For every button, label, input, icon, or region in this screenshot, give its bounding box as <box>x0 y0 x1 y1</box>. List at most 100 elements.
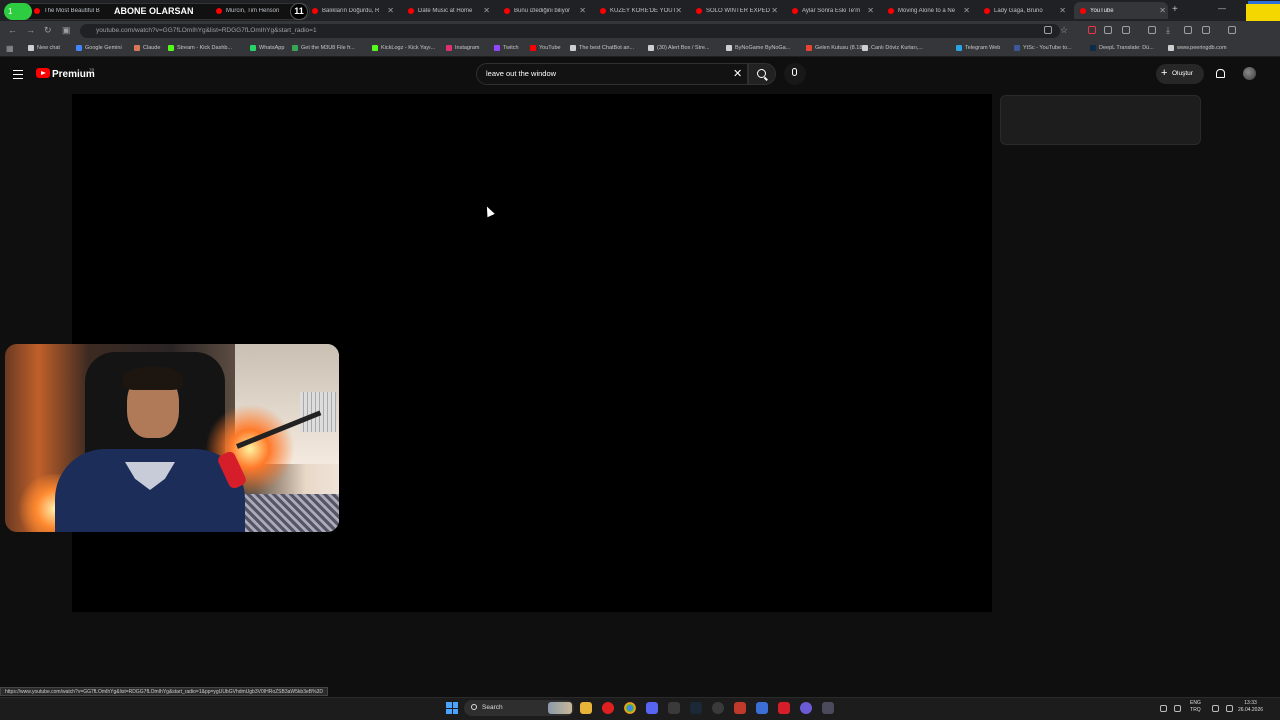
download-icon[interactable]: ⤓ <box>1166 25 1170 36</box>
app-icon[interactable] <box>822 702 834 714</box>
browser-tab[interactable]: Aylar Sonra Eski Te'm ✕ <box>792 2 876 19</box>
bookmark-item[interactable]: Google Gemini <box>76 45 122 51</box>
tray-chevron-icon[interactable] <box>1160 705 1167 712</box>
bookmark-item[interactable]: WhatsApp <box>250 45 284 51</box>
sidebar-toggle-icon[interactable]: ▣ <box>62 25 71 36</box>
bookmark-label: Claude <box>143 45 161 51</box>
windows-start-icon[interactable] <box>446 702 458 714</box>
browser-tab[interactable]: Murcin, Tim Henson <box>216 2 288 19</box>
search-query-text[interactable]: leave out the window <box>486 69 556 78</box>
bookmark-item[interactable]: YtSc - YouTube to... <box>1014 45 1072 51</box>
bookmark-item[interactable]: Get the M3U8 File fr... <box>292 45 355 51</box>
close-tab-icon[interactable]: ✕ <box>867 6 874 15</box>
search-button[interactable] <box>748 63 776 85</box>
bookmark-label: Instagram <box>455 45 480 51</box>
browser-tab[interactable]: Moving Alone to a Ne ✕ <box>888 2 972 19</box>
bookmark-item[interactable]: DeepL Translate: Dü... <box>1090 45 1154 51</box>
bookmark-star-icon[interactable]: ☆ <box>1060 25 1068 36</box>
settings-gear-icon[interactable] <box>712 702 724 714</box>
microphone-icon <box>792 68 797 76</box>
reload-icon[interactable]: ↻ <box>44 25 52 36</box>
forward-arrow-icon[interactable]: → <box>26 25 35 35</box>
profile-icon[interactable] <box>1228 26 1236 34</box>
bookmark-favicon-icon <box>806 45 812 51</box>
bookmark-item[interactable]: Canlı Döviz Kurları,... <box>862 45 923 51</box>
file-explorer-icon[interactable] <box>580 702 592 714</box>
new-tab-icon[interactable]: + <box>1172 4 1178 15</box>
bookmark-item[interactable]: Twitch <box>494 45 519 51</box>
volume-icon[interactable] <box>1226 705 1233 712</box>
notifications-bell-icon[interactable] <box>1216 69 1225 78</box>
youtube-logo-icon[interactable] <box>36 68 50 78</box>
clear-search-icon[interactable]: ✕ <box>733 67 742 80</box>
search-highlight-icon <box>548 702 572 714</box>
bookmark-label: The best ChatBot an... <box>579 45 635 51</box>
apps-grid-icon[interactable]: ▦ <box>6 44 14 53</box>
browser-tab[interactable]: Balıkların Doğurdu, R ✕ <box>312 2 396 19</box>
bookmark-item[interactable]: (30) Alert Box / Stre... <box>648 45 710 51</box>
install-app-icon[interactable] <box>1044 26 1052 34</box>
extension-icon[interactable] <box>1088 26 1096 34</box>
address-bar[interactable]: youtube.com/watch?v=GG7fLOmIhYg&list=RDG… <box>80 24 1060 38</box>
youtube-favicon-icon <box>984 7 990 14</box>
avatar[interactable] <box>1243 67 1256 80</box>
discord-icon[interactable] <box>646 702 658 714</box>
close-tab-icon[interactable]: ✕ <box>771 6 778 15</box>
input-language[interactable]: ENG TRQ <box>1190 700 1201 714</box>
bookmark-item[interactable]: New chat <box>28 45 60 51</box>
bookmark-item[interactable]: The best ChatBot an... <box>570 45 634 51</box>
close-tab-icon[interactable]: ✕ <box>483 6 490 15</box>
close-tab-icon[interactable]: ✕ <box>675 6 682 15</box>
extension-icon[interactable] <box>1184 26 1192 34</box>
browser-tab[interactable]: Date Music at Home ✕ <box>408 2 492 19</box>
close-tab-icon[interactable]: ✕ <box>1059 6 1066 15</box>
calendar-app-icon[interactable] <box>734 702 746 714</box>
history-icon[interactable] <box>1148 26 1156 34</box>
browser-tab[interactable]: SOLO WINTER EXPED ✕ <box>696 2 780 19</box>
browser-tab[interactable]: The Most Beautiful B <box>34 2 106 19</box>
opera-icon[interactable] <box>602 702 614 714</box>
bookmark-item[interactable]: www.peeringdb.com <box>1168 45 1227 51</box>
bookmark-item[interactable]: Claude <box>134 45 160 51</box>
bookmark-item[interactable]: Gelen Kutusu (8.185... <box>806 45 870 51</box>
extensions-puzzle-icon[interactable] <box>1122 26 1130 34</box>
bookmark-label: YouTube <box>539 45 561 51</box>
bookmark-item[interactable]: YouTube <box>530 45 561 51</box>
browser-toolbar: ← → ↻ ▣ youtube.com/watch?v=GG7fLOmIhYg&… <box>0 21 1280 41</box>
hamburger-menu-icon[interactable] <box>13 70 23 79</box>
terminal-icon[interactable] <box>668 702 680 714</box>
youtube-favicon-icon <box>504 7 510 14</box>
browser-tab[interactable]: Lady Gaga, Bruno ✕ <box>984 2 1068 19</box>
minimize-icon[interactable]: — <box>1218 4 1226 13</box>
bookmark-favicon-icon <box>530 45 536 51</box>
voice-search-button[interactable] <box>784 63 806 85</box>
bookmark-item[interactable]: KickLogz - Kick Yayı... <box>372 45 435 51</box>
pin-app-icon[interactable] <box>778 702 790 714</box>
bookmark-item[interactable]: Stream - Kick Dashb... <box>168 45 232 51</box>
browser-tab[interactable]: Bunu izlediğini biliyor ✕ <box>504 2 588 19</box>
browser-tab-active[interactable]: YouTube ✕ <box>1074 2 1168 19</box>
link-icon[interactable] <box>1202 26 1210 34</box>
close-tab-icon[interactable]: ✕ <box>1159 6 1166 15</box>
browser-tab[interactable]: KUZEY KORE'DE YOUT ✕ <box>600 2 684 19</box>
tray-app-icon[interactable] <box>1174 705 1181 712</box>
system-clock[interactable]: 13:33 26.04.2026 <box>1238 700 1263 714</box>
extension-icon[interactable] <box>1104 26 1112 34</box>
bookmark-favicon-icon <box>28 45 34 51</box>
search-icon <box>471 704 477 710</box>
chrome-icon[interactable] <box>624 702 636 714</box>
close-tab-icon[interactable]: ✕ <box>387 6 394 15</box>
back-arrow-icon[interactable]: ← <box>8 25 17 35</box>
bookmark-item[interactable]: Telegram Web <box>956 45 1000 51</box>
close-tab-icon[interactable]: ✕ <box>579 6 586 15</box>
obs-icon[interactable] <box>800 702 812 714</box>
close-tab-icon[interactable]: ✕ <box>963 6 970 15</box>
bookmark-label: (30) Alert Box / Stre... <box>657 45 710 51</box>
bookmark-item[interactable]: Instagram <box>446 45 479 51</box>
wifi-icon[interactable] <box>1212 705 1219 712</box>
steam-icon[interactable] <box>690 702 702 714</box>
overlay-green-badge: 1 <box>4 3 32 20</box>
bookmark-item[interactable]: ByNoGame ByNoGa... <box>726 45 790 51</box>
overlay-subscribe-text: ABONE OLARSAN <box>114 6 194 16</box>
notes-app-icon[interactable] <box>756 702 768 714</box>
